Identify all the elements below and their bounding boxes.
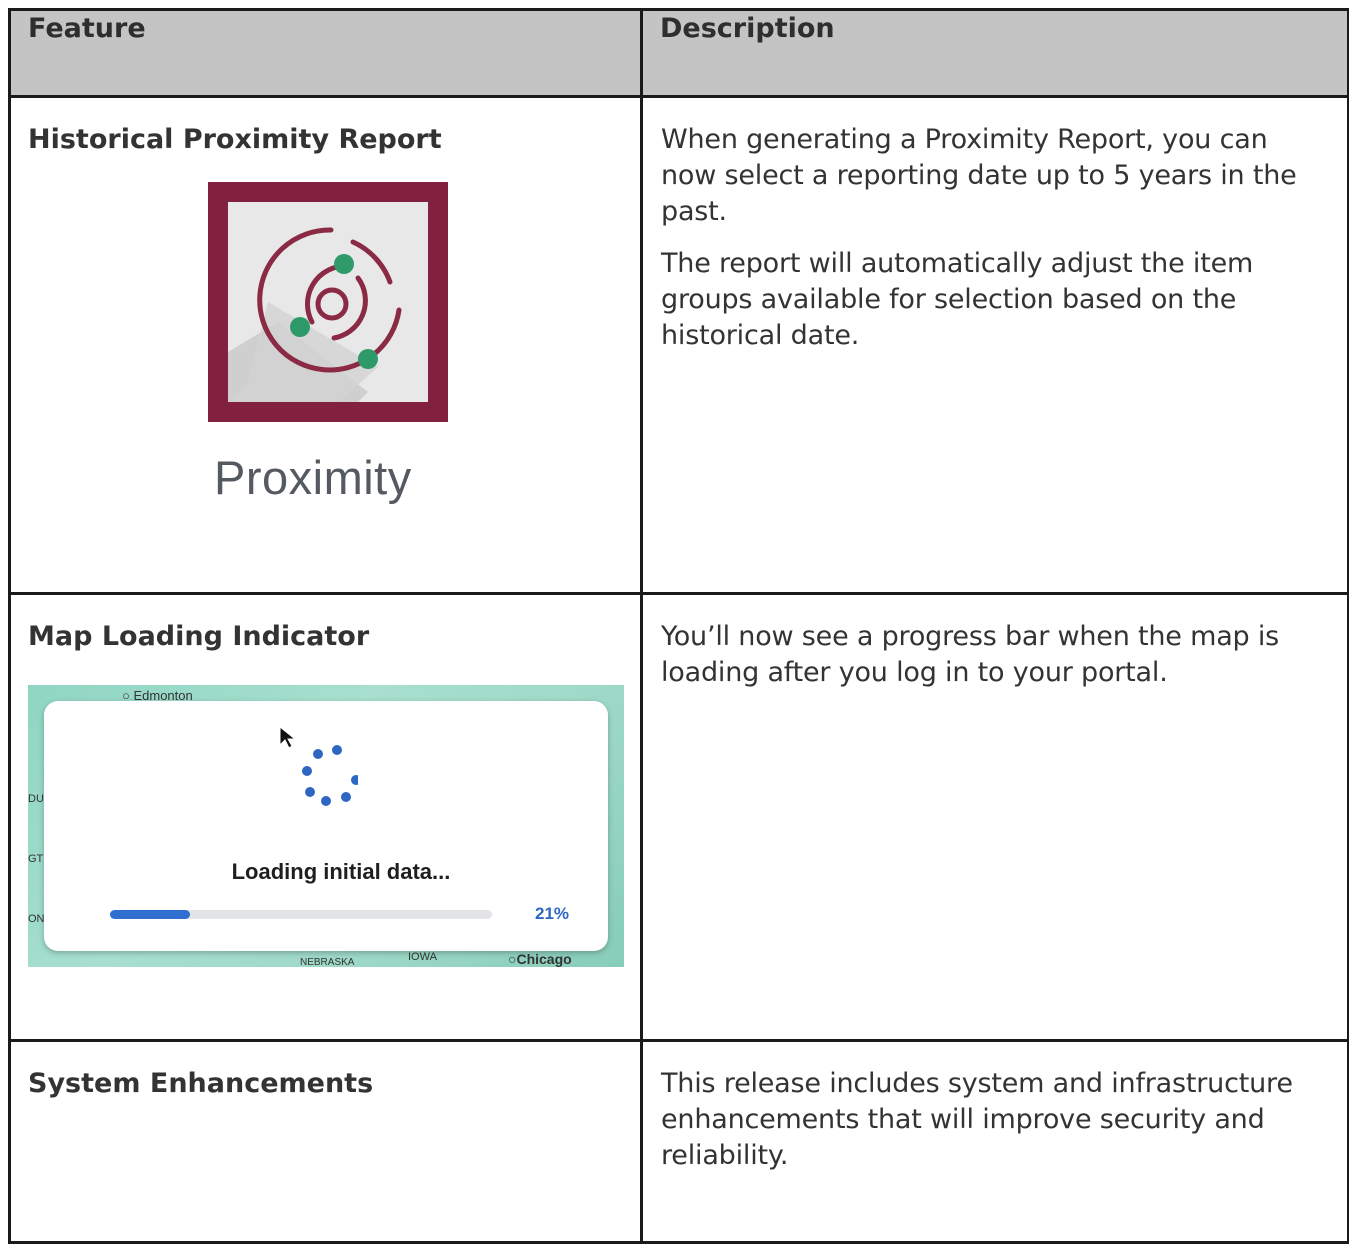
progress-percent: 21% <box>535 904 570 923</box>
map-label-chicago: ○Chicago <box>508 951 572 967</box>
proximity-icon <box>208 182 448 422</box>
feature-title: Historical Proximity Report <box>28 124 442 155</box>
description-paragraph: When generating a Proximity Report, you … <box>661 124 1297 227</box>
map-label-iowa: IOWA <box>408 951 437 963</box>
table-row: Map Loading Indicator ○ Edmonton DU GT O… <box>8 592 1349 1042</box>
description-paragraph: The report will automatically adjust the… <box>661 248 1254 351</box>
table-row: Historical Proximity Report Proximity Wh… <box>8 95 1349 595</box>
description-cell: When generating a Proximity Report, you … <box>640 95 1349 595</box>
description-cell: You’ll now see a progress bar when the m… <box>640 592 1349 1042</box>
feature-cell: Map Loading Indicator ○ Edmonton DU GT O… <box>8 592 643 1042</box>
feature-cell: System Enhancements <box>8 1039 643 1244</box>
description-paragraph: You’ll now see a progress bar when the m… <box>661 621 1280 688</box>
map-loading-screenshot: ○ Edmonton DU GT ON NEBRASKA IOWA ○Chica… <box>28 685 624 967</box>
feature-cell: Historical Proximity Report Proximity <box>8 95 643 595</box>
progress-bar-fill <box>110 910 191 919</box>
loading-spinner-icon <box>302 745 358 806</box>
feature-title: Map Loading Indicator <box>28 621 370 652</box>
loading-text: Loading initial data... <box>231 859 451 884</box>
feature-title: System Enhancements <box>28 1068 374 1099</box>
header-feature: Feature <box>8 8 643 98</box>
map-label-nebraska: NEBRASKA <box>300 957 355 967</box>
description-cell: This release includes system and infrast… <box>640 1039 1349 1244</box>
proximity-logo: Proximity <box>208 182 508 532</box>
map-label-edge: DU <box>28 793 44 805</box>
map-label-edge: GT <box>28 853 44 865</box>
table-row: System Enhancements This release include… <box>8 1039 1349 1244</box>
map-label-edge: ON <box>28 913 45 925</box>
features-table: Feature Description Historical Proximity… <box>8 8 1349 1244</box>
table-header-row: Feature Description <box>8 8 1349 98</box>
progress-bar <box>110 910 492 919</box>
header-description: Description <box>640 8 1349 98</box>
proximity-logo-label: Proximity <box>214 451 412 504</box>
loading-dialog: Loading initial data... 21% <box>44 701 608 951</box>
description-paragraph: This release includes system and infrast… <box>661 1068 1293 1171</box>
